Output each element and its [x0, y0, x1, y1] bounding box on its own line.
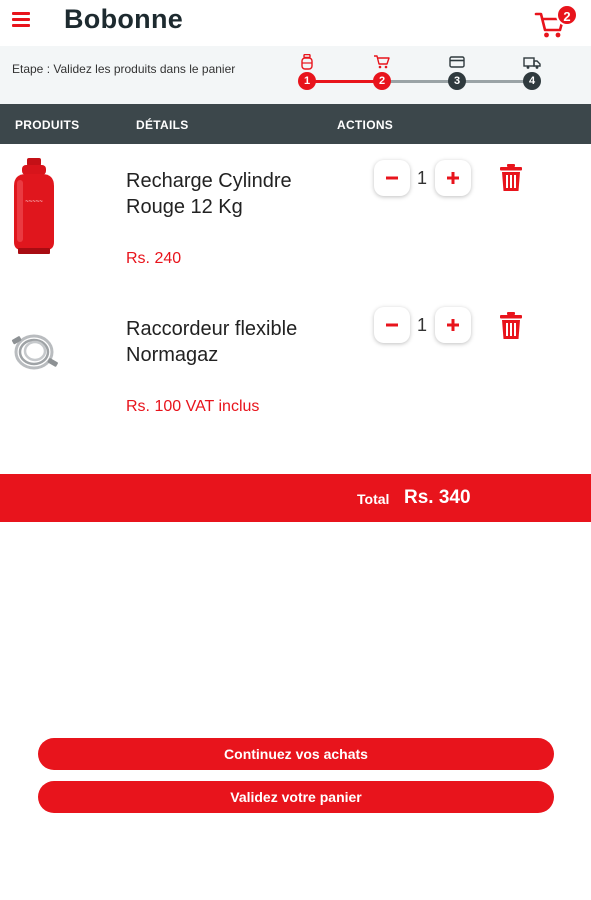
red-gas-cylinder-image: ~~~~~ — [14, 158, 54, 254]
gas-cylinder-icon — [301, 54, 313, 70]
quantity-value: 1 — [416, 168, 427, 188]
decrease-quantity-button[interactable] — [374, 307, 410, 343]
increase-quantity-button[interactable] — [435, 307, 471, 343]
truck-icon — [523, 57, 541, 69]
step-3: 3 — [446, 52, 468, 92]
table-row: ~~~~~ Recharge Cylindre Rouge 12 Kg Rs. … — [0, 150, 591, 298]
header-actions: ACTIONS — [337, 118, 394, 132]
increase-quantity-button[interactable] — [435, 160, 471, 196]
delete-item-button[interactable] — [499, 312, 523, 340]
svg-text:~~~~~: ~~~~~ — [25, 199, 43, 205]
quantity-value: 1 — [416, 315, 427, 335]
step-number: 4 — [523, 72, 541, 90]
step-number: 3 — [448, 72, 466, 90]
product-price: Rs. 100 VAT inclus — [126, 398, 260, 415]
product-price: Rs. 240 — [126, 250, 182, 267]
header-details: DÉTAILS — [136, 118, 189, 132]
card-icon — [449, 56, 465, 68]
step-description: Etape : Validez les produits dans le pan… — [12, 62, 236, 76]
app-title: Bobonne — [64, 4, 184, 34]
step-4: 4 — [521, 52, 543, 92]
menu-icon[interactable] — [12, 12, 32, 28]
cart-icon — [374, 55, 390, 69]
trash-icon — [500, 312, 522, 339]
flexible-hose-image — [11, 334, 58, 370]
plus-icon — [447, 172, 459, 184]
cart-count-badge: 2 — [556, 4, 578, 26]
steps-track: 1 2 3 4 — [296, 52, 546, 98]
delete-item-button[interactable] — [499, 164, 523, 192]
product-name: Recharge Cylindre Rouge 12 Kg — [126, 170, 292, 218]
trash-icon — [500, 164, 522, 191]
step-2: 2 — [371, 52, 393, 92]
header-produits: PRODUITS — [15, 118, 80, 132]
total-bar: Total Rs. 340 — [0, 474, 591, 522]
minus-icon — [386, 176, 398, 180]
checkout-stepper: Etape : Validez les produits dans le pan… — [0, 46, 591, 104]
product-name: Raccordeur flexible Normagaz — [126, 318, 298, 366]
app-bar: Bobonne 2 — [0, 0, 591, 46]
table-row: Raccordeur flexible Normagaz Rs. 100 VAT… — [0, 298, 591, 446]
total-label: Total — [357, 491, 390, 507]
plus-icon — [447, 319, 459, 331]
step-number: 1 — [298, 72, 316, 90]
table-header: PRODUITS DÉTAILS ACTIONS — [0, 104, 591, 144]
validate-cart-button[interactable]: Validez votre panier — [38, 781, 554, 813]
decrease-quantity-button[interactable] — [374, 160, 410, 196]
total-value: Rs. 340 — [404, 487, 471, 508]
continue-shopping-button[interactable]: Continuez vos achats — [38, 738, 554, 770]
step-number: 2 — [373, 72, 391, 90]
step-1: 1 — [296, 52, 318, 92]
minus-icon — [386, 323, 398, 327]
